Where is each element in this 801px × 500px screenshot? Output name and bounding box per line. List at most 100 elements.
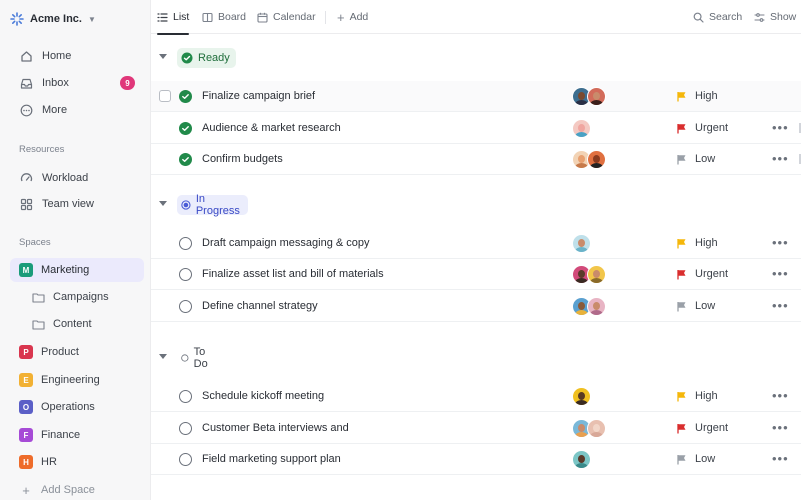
priority-label: High bbox=[695, 390, 718, 402]
add-space-button[interactable]: + Add Space bbox=[10, 478, 144, 500]
priority-cell[interactable]: Urgent bbox=[677, 268, 728, 280]
sidebar-item-team-view[interactable]: Team view bbox=[10, 192, 144, 216]
priority-cell[interactable]: Low bbox=[677, 453, 715, 465]
sidebar-item-more[interactable]: More bbox=[10, 98, 144, 122]
flag-icon bbox=[677, 423, 686, 433]
task-title[interactable]: Audience & market research bbox=[202, 122, 341, 134]
task-title[interactable]: Field marketing support plan bbox=[202, 453, 341, 465]
assignee-avatars[interactable] bbox=[572, 297, 606, 316]
space-avatar: M bbox=[19, 263, 33, 277]
tab-list[interactable]: List bbox=[157, 0, 190, 35]
row-more-icon[interactable]: ••• bbox=[772, 266, 789, 281]
assignee-avatars[interactable] bbox=[572, 119, 591, 138]
priority-cell[interactable]: Low bbox=[677, 153, 715, 165]
table-row[interactable]: Field marketing support plan Low ••• bbox=[151, 444, 801, 475]
task-title[interactable]: Define channel strategy bbox=[202, 300, 318, 312]
table-row[interactable]: Audience & market research Urgent ••• bbox=[151, 113, 801, 144]
board-icon bbox=[202, 12, 213, 22]
row-more-icon[interactable]: ••• bbox=[772, 451, 789, 466]
row-more-icon[interactable]: ••• bbox=[772, 120, 789, 135]
sidebar-item-label: More bbox=[42, 104, 68, 116]
tab-calendar[interactable]: Calendar bbox=[257, 0, 316, 34]
table-row[interactable]: Schedule kickoff meeting High ••• bbox=[151, 381, 801, 412]
status-done-icon[interactable] bbox=[179, 90, 192, 103]
task-title[interactable]: Confirm budgets bbox=[202, 153, 283, 165]
avatar bbox=[587, 150, 606, 169]
priority-label: High bbox=[695, 90, 718, 102]
table-row[interactable]: Finalize asset list and bill of material… bbox=[151, 259, 801, 290]
task-title[interactable]: Schedule kickoff meeting bbox=[202, 390, 324, 402]
toolbar-divider bbox=[325, 11, 326, 24]
collapse-caret-icon[interactable] bbox=[159, 201, 167, 206]
priority-cell[interactable]: Urgent bbox=[677, 422, 728, 434]
space-item-finance[interactable]: F Finance bbox=[10, 423, 144, 447]
status-open-icon[interactable] bbox=[179, 268, 192, 281]
priority-cell[interactable]: Low bbox=[677, 300, 715, 312]
inbox-count-badge: 9 bbox=[120, 76, 135, 90]
assignee-avatars[interactable] bbox=[572, 387, 591, 406]
task-title[interactable]: Draft campaign messaging & copy bbox=[202, 237, 370, 249]
sidebar-item-inbox[interactable]: Inbox 9 bbox=[10, 71, 144, 95]
assignee-avatars[interactable] bbox=[572, 150, 606, 169]
assignee-avatars[interactable] bbox=[572, 450, 591, 469]
row-more-icon[interactable]: ••• bbox=[772, 388, 789, 403]
table-row[interactable]: Confirm budgets Low ••• bbox=[151, 144, 801, 175]
row-checkbox[interactable] bbox=[159, 90, 171, 102]
priority-cell[interactable]: High bbox=[677, 390, 718, 402]
priority-cell[interactable]: High bbox=[677, 90, 718, 102]
status-open-icon[interactable] bbox=[179, 300, 192, 313]
task-title[interactable]: Finalize asset list and bill of material… bbox=[202, 268, 384, 280]
space-item-marketing[interactable]: M Marketing bbox=[10, 258, 144, 282]
row-more-icon[interactable]: ••• bbox=[772, 151, 789, 166]
table-row[interactable]: Draft campaign messaging & copy High ••• bbox=[151, 228, 801, 259]
folder-item-campaigns[interactable]: Campaigns bbox=[32, 286, 109, 308]
assignee-avatars[interactable] bbox=[572, 87, 606, 106]
collapse-caret-icon[interactable] bbox=[159, 54, 167, 59]
status-open-icon[interactable] bbox=[179, 422, 192, 435]
space-label: Product bbox=[41, 346, 79, 358]
avatar bbox=[572, 450, 591, 469]
row-more-icon[interactable]: ••• bbox=[772, 235, 789, 250]
search-button[interactable]: Search bbox=[693, 0, 742, 34]
spaces-section-label: Spaces bbox=[19, 237, 51, 248]
space-item-operations[interactable]: O Operations bbox=[10, 395, 144, 419]
space-item-engineering[interactable]: E Engineering bbox=[10, 368, 144, 392]
table-row[interactable]: Customer Beta interviews and Urgent ••• bbox=[151, 413, 801, 444]
folder-item-content[interactable]: Content bbox=[32, 313, 92, 335]
task-title[interactable]: Finalize campaign brief bbox=[202, 90, 315, 102]
assignee-avatars[interactable] bbox=[572, 234, 591, 253]
priority-label: High bbox=[695, 237, 718, 249]
space-item-product[interactable]: P Product bbox=[10, 340, 144, 364]
space-label: Engineering bbox=[41, 374, 100, 386]
show-options-button[interactable]: Show bbox=[754, 0, 796, 34]
sidebar-item-home[interactable]: Home bbox=[10, 44, 144, 68]
more-circle-icon bbox=[20, 104, 33, 117]
avatar bbox=[587, 87, 606, 106]
priority-cell[interactable]: High bbox=[677, 237, 718, 249]
status-open-icon[interactable] bbox=[179, 453, 192, 466]
row-more-icon[interactable]: ••• bbox=[772, 298, 789, 313]
table-row[interactable]: Define channel strategy Low ••• bbox=[151, 291, 801, 322]
status-open-icon[interactable] bbox=[179, 390, 192, 403]
space-item-hr[interactable]: H HR bbox=[10, 450, 144, 474]
priority-cell[interactable]: Urgent bbox=[677, 122, 728, 134]
sidebar-item-workload[interactable]: Workload bbox=[10, 166, 144, 190]
status-badge-to-do[interactable]: To Do bbox=[177, 346, 218, 370]
assignee-avatars[interactable] bbox=[572, 265, 606, 284]
status-badge-in-progress[interactable]: In Progress bbox=[177, 193, 249, 217]
assignee-avatars[interactable] bbox=[572, 419, 606, 438]
folder-label: Content bbox=[53, 318, 92, 330]
collapse-caret-icon[interactable] bbox=[159, 354, 167, 359]
sliders-icon bbox=[754, 12, 765, 22]
table-row[interactable]: Finalize campaign brief High bbox=[151, 81, 801, 112]
add-view-button[interactable]: + Add bbox=[337, 0, 368, 34]
status-done-icon[interactable] bbox=[179, 153, 192, 166]
status-done-icon[interactable] bbox=[179, 122, 192, 135]
workspace-switcher[interactable]: Acme Inc. ▼ bbox=[10, 10, 96, 28]
status-open-icon[interactable] bbox=[179, 237, 192, 250]
folder-icon bbox=[32, 292, 45, 303]
tab-board[interactable]: Board bbox=[202, 0, 246, 34]
status-badge-ready[interactable]: Ready bbox=[177, 48, 236, 68]
row-more-icon[interactable]: ••• bbox=[772, 420, 789, 435]
task-title[interactable]: Customer Beta interviews and bbox=[202, 422, 349, 434]
